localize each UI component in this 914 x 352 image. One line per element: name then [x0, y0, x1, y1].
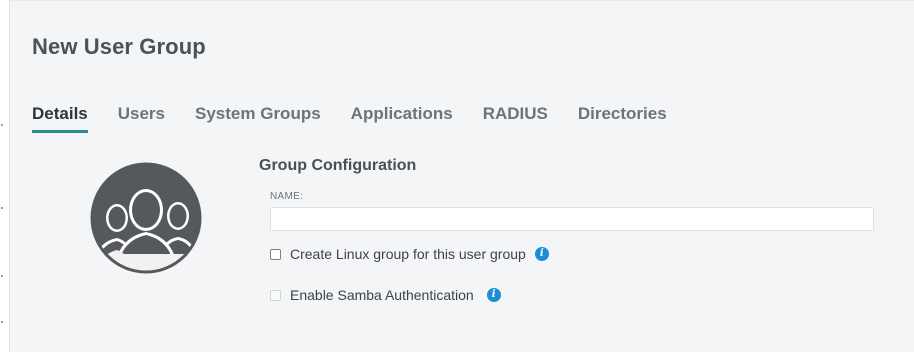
- linux-group-option: Create Linux group for this user group i: [270, 246, 549, 262]
- page-title: New User Group: [32, 34, 206, 59]
- group-configuration-heading: Group Configuration: [259, 157, 417, 174]
- tab-details[interactable]: Details: [32, 104, 88, 133]
- samba-auth-checkbox[interactable]: [270, 289, 281, 301]
- tab-system-groups[interactable]: System Groups: [195, 104, 321, 133]
- samba-auth-option: Enable Samba Authentication i: [270, 287, 501, 303]
- samba-auth-label[interactable]: Enable Samba Authentication: [290, 287, 474, 303]
- new-user-group-panel: New User Group Details Users System Grou…: [9, 0, 914, 352]
- linux-group-label[interactable]: Create Linux group for this user group: [290, 246, 526, 262]
- info-icon[interactable]: i: [534, 247, 549, 261]
- linux-group-checkbox[interactable]: [270, 248, 281, 260]
- info-icon[interactable]: i: [486, 288, 501, 302]
- user-group-icon: [90, 162, 202, 274]
- tab-directories[interactable]: Directories: [578, 104, 667, 133]
- tab-radius[interactable]: RADIUS: [483, 104, 548, 133]
- name-field-label: NAME:: [270, 191, 304, 202]
- tab-bar: Details Users System Groups Applications…: [32, 104, 697, 133]
- tab-applications[interactable]: Applications: [351, 104, 453, 133]
- group-name-input[interactable]: [270, 207, 874, 231]
- tab-users[interactable]: Users: [118, 104, 165, 133]
- left-edge-artifacts: [0, 0, 8, 351]
